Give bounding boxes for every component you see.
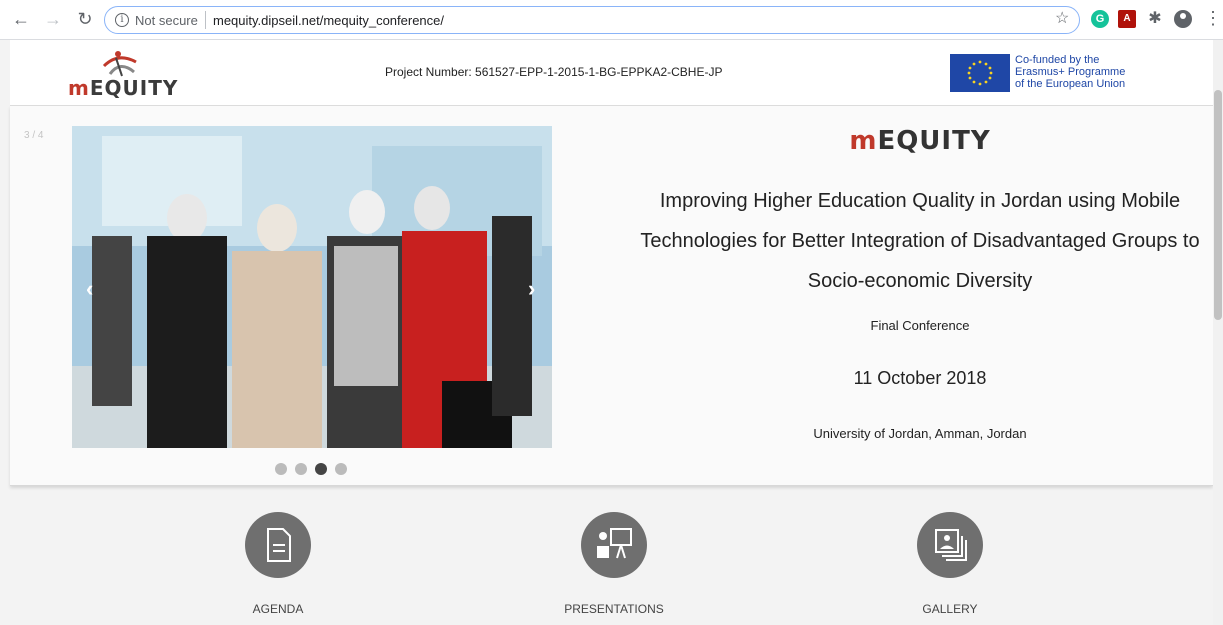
slide-counter: 3 / 4 <box>24 130 44 141</box>
scrollbar-thumb[interactable] <box>1214 90 1222 320</box>
forward-arrow-icon[interactable]: → <box>42 8 64 30</box>
hero-brand: mEQUITY <box>849 126 991 156</box>
site-header: mEQUITY Project Number: 561527-EPP-1-201… <box>10 40 1213 106</box>
url-text[interactable]: mequity.dipseil.net/mequity_conference/ <box>213 13 444 28</box>
carousel-dot-2[interactable] <box>295 463 307 475</box>
back-arrow-icon[interactable]: ← <box>10 8 32 30</box>
tile-label-agenda[interactable]: AGENDA <box>178 602 378 616</box>
project-title: Improving Higher Education Quality in Jo… <box>640 190 1200 292</box>
feature-tiles: AGENDA PRESENTATIONS GALLERY <box>10 486 1213 625</box>
conference-subtitle: Final Conference <box>870 318 970 333</box>
conference-date: 11 October 2018 <box>853 368 987 388</box>
address-bar[interactable]: i Not secure mequity.dipseil.net/mequity… <box>104 6 1080 34</box>
logo-figure-icon <box>102 51 137 77</box>
carousel-dot-1[interactable] <box>275 463 287 475</box>
carousel-slide-photo[interactable]: ‹ › <box>72 126 552 448</box>
pdf-extension-icon[interactable]: A <box>1118 10 1136 28</box>
tile-gallery[interactable]: GALLERY <box>850 512 1050 616</box>
eu-flag-icon <box>950 54 1010 92</box>
tile-presentations[interactable]: PRESENTATIONS <box>514 512 714 616</box>
tile-label-gallery[interactable]: GALLERY <box>850 602 1050 616</box>
page-scrollbar[interactable] <box>1213 40 1223 625</box>
browser-menu-icon[interactable]: ⋮ <box>1204 8 1222 29</box>
mequity-logo[interactable]: mEQUITY <box>66 48 186 100</box>
carousel-prev-arrow[interactable]: ‹ <box>86 276 93 302</box>
page: mEQUITY Project Number: 561527-EPP-1-201… <box>0 40 1223 625</box>
info-icon[interactable]: i <box>115 13 129 27</box>
security-label: Not secure <box>135 13 198 28</box>
tile-label-presentations[interactable]: PRESENTATIONS <box>514 602 714 616</box>
grammarly-extension-icon[interactable]: G <box>1091 10 1109 28</box>
presenter-icon[interactable] <box>581 512 647 578</box>
reload-icon[interactable]: ↻ <box>74 8 96 30</box>
document-icon[interactable] <box>245 512 311 578</box>
photo-gallery-icon[interactable] <box>917 512 983 578</box>
conference-venue: University of Jordan, Amman, Jordan <box>813 426 1027 441</box>
carousel-next-arrow[interactable]: › <box>528 276 535 302</box>
profile-avatar-icon[interactable] <box>1174 10 1192 28</box>
carousel-dot-4[interactable] <box>335 463 347 475</box>
carousel-dot-3[interactable] <box>315 463 327 475</box>
logo-text: mEQUITY <box>68 76 179 100</box>
eu-cofunded-text: Co-funded by the Erasmus+ Programme of t… <box>1015 54 1126 90</box>
omnibox-divider <box>205 11 206 29</box>
conference-photo <box>72 126 552 448</box>
hero-section: 3 / 4 ‹ › mEQUITY Improving Higher Educa… <box>10 106 1213 486</box>
bookmark-star-icon[interactable]: ☆ <box>1055 8 1069 28</box>
project-number: Project Number: 561527-EPP-1-2015-1-BG-E… <box>385 65 723 79</box>
carousel-dots <box>275 462 355 475</box>
browser-toolbar: ← → ↻ i Not secure mequity.dipseil.net/m… <box>0 0 1223 40</box>
extensions-puzzle-icon[interactable]: ✱ <box>1146 10 1164 28</box>
tile-agenda[interactable]: AGENDA <box>178 512 378 616</box>
